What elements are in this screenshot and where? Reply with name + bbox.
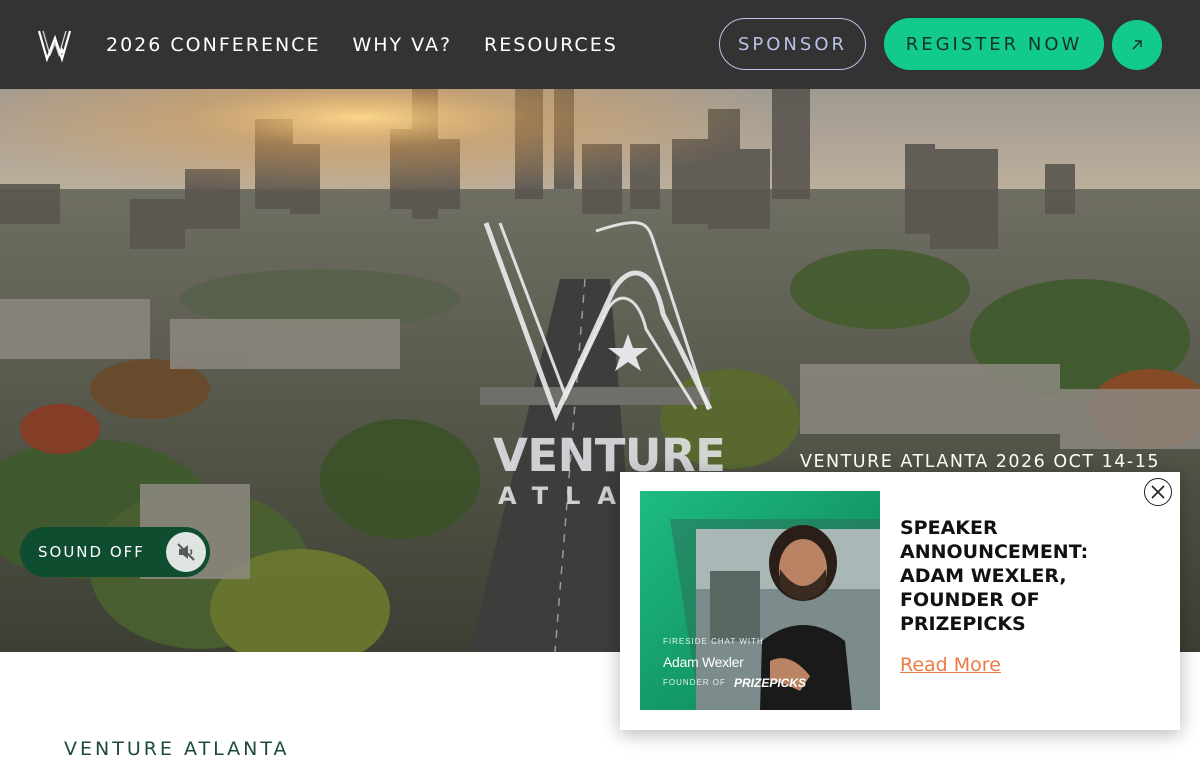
read-more-link[interactable]: Read More xyxy=(900,654,1001,676)
nav-link-why-va[interactable]: WHY VA? xyxy=(352,34,452,56)
venture-atlanta-logo[interactable] xyxy=(37,28,75,62)
section-heading: VENTURE ATLANTA xyxy=(64,738,290,760)
speaker-muted-icon xyxy=(166,532,206,572)
promo-caption-top: FIRESIDE CHAT WITH xyxy=(663,637,764,646)
top-navigation: 2026 CONFERENCE WHY VA? RESOURCES SPONSO… xyxy=(0,0,1200,89)
promo-brand-name: PRIZEPICKS xyxy=(734,676,807,690)
sound-toggle-button[interactable]: SOUND OFF xyxy=(20,527,210,577)
sponsor-button[interactable]: SPONSOR xyxy=(719,18,866,70)
close-popup-button[interactable] xyxy=(1144,478,1172,506)
register-arrow-button[interactable] xyxy=(1112,20,1162,70)
event-date-banner: VENTURE ATLANTA 2026 OCT 14-15 xyxy=(800,452,1160,472)
arrow-up-right-icon xyxy=(1132,40,1142,50)
popup-title: SPEAKER ANNOUNCEMENT: ADAM WEXLER, FOUND… xyxy=(900,517,1089,635)
promo-speaker-name: Adam Wexler xyxy=(663,654,744,670)
register-now-button[interactable]: REGISTER NOW xyxy=(884,18,1104,70)
speaker-promo-image[interactable]: FIRESIDE CHAT WITH Adam Wexler FOUNDER O… xyxy=(640,491,880,710)
nav-link-2026-conference[interactable]: 2026 CONFERENCE xyxy=(106,34,320,56)
speaker-announcement-popup: FIRESIDE CHAT WITH Adam Wexler FOUNDER O… xyxy=(620,472,1180,730)
sound-toggle-label: SOUND OFF xyxy=(38,543,145,561)
nav-link-resources[interactable]: RESOURCES xyxy=(484,34,618,56)
nav-links: 2026 CONFERENCE WHY VA? RESOURCES xyxy=(106,0,618,89)
close-icon xyxy=(1151,485,1165,499)
promo-caption-bottom: FOUNDER OF xyxy=(663,678,726,687)
